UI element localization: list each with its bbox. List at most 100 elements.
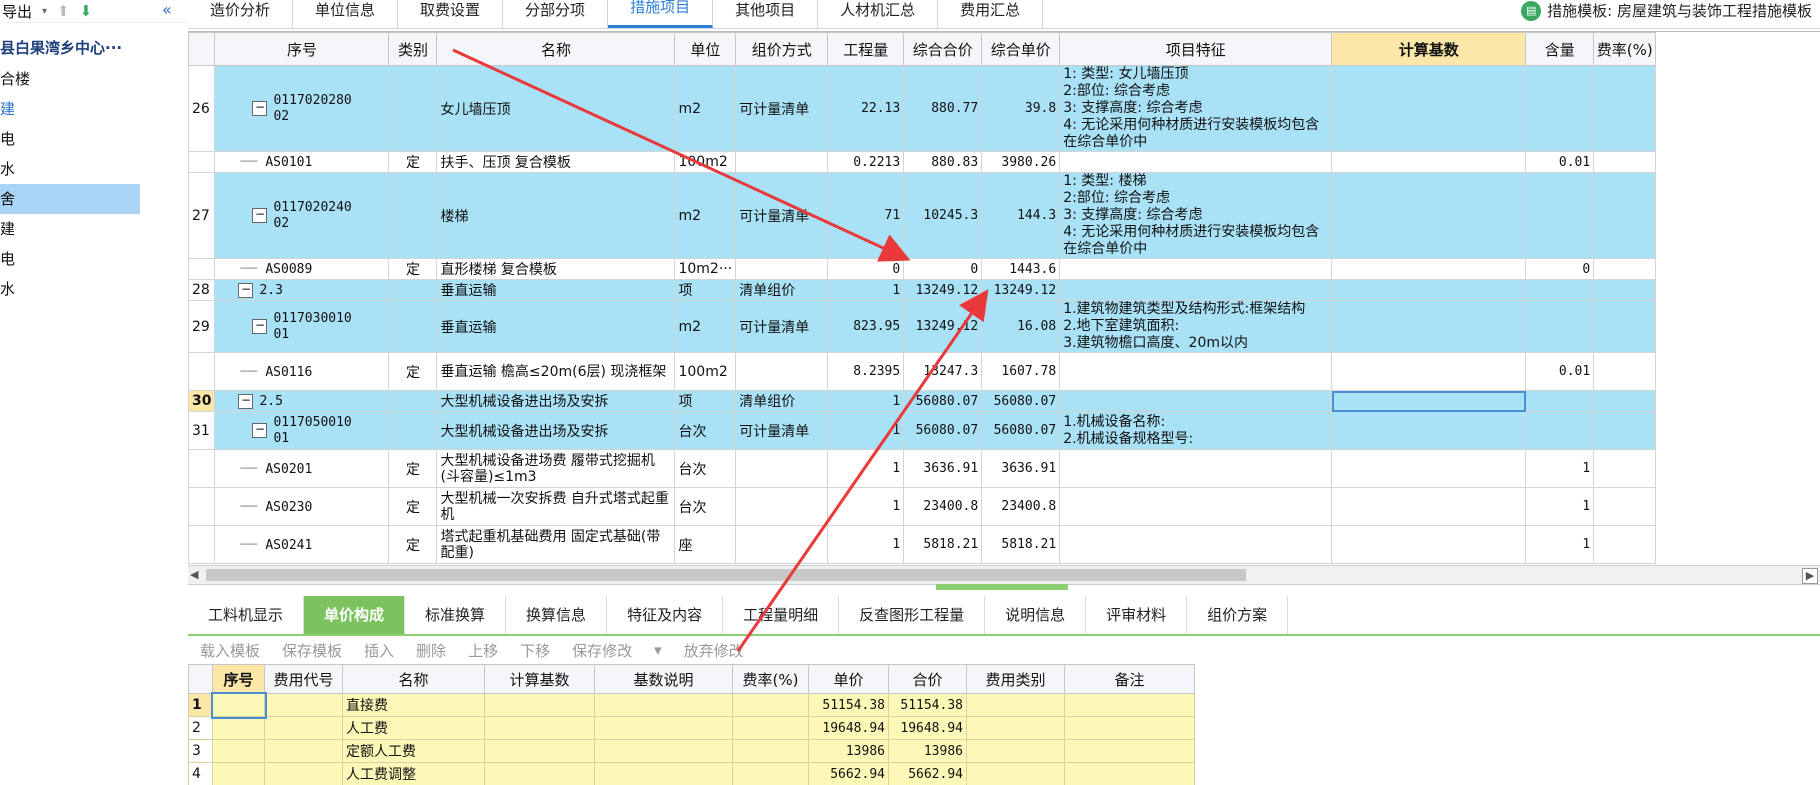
toolbar-button-4[interactable]: 上移 [468, 640, 498, 661]
toolbar-button-2[interactable]: 插入 [364, 640, 394, 661]
base-desc-cell[interactable] [594, 693, 733, 717]
collapse-sidebar-icon[interactable]: « [162, 0, 184, 19]
total-price-cell[interactable]: 5662.94 [888, 762, 967, 785]
calc-base-cell[interactable] [1331, 151, 1527, 173]
sidebar-item[interactable]: 合楼 [0, 64, 188, 94]
content-cell[interactable]: 0 [1525, 258, 1595, 280]
sidebar-item[interactable]: 水 [0, 274, 188, 304]
move-up-icon[interactable]: ⬆ [57, 2, 70, 20]
seq-cell[interactable]: −011705001001 [214, 411, 390, 450]
name-cell[interactable]: 女儿墙压顶 [436, 65, 676, 152]
pricing-method-cell[interactable] [735, 151, 829, 173]
calc-base-cell[interactable] [1331, 525, 1527, 564]
fee-code-cell[interactable] [264, 693, 343, 717]
total-price-cell[interactable]: 5818.21 [903, 525, 983, 564]
name-cell[interactable]: 大型机械设备进场费 履带式挖掘机(斗容量)≤1m3 [436, 449, 676, 488]
remark-cell[interactable] [1064, 762, 1195, 785]
unit-price-cell[interactable]: 13249.12 [981, 279, 1061, 301]
content-cell[interactable] [1525, 65, 1595, 152]
seq-cell[interactable] [212, 716, 265, 740]
quantity-cell[interactable]: 8.2395 [827, 352, 905, 391]
sidebar-item[interactable]: 舍 [0, 184, 140, 214]
name-cell[interactable]: 大型机械设备进出场及安拆 [436, 411, 676, 450]
move-down-icon[interactable]: ⬇ [80, 2, 93, 20]
sidebar-item[interactable]: 电 [0, 124, 188, 154]
row-number[interactable]: 31 [188, 411, 216, 450]
measure-template-selector[interactable]: ▤ 措施模板: 房屋建筑与装饰工程措施模板 [1521, 0, 1812, 21]
rate-cell[interactable] [1593, 258, 1657, 280]
calc-base-cell[interactable] [484, 716, 595, 740]
feature-cell[interactable] [1059, 279, 1333, 301]
calc-base-cell[interactable] [1331, 352, 1527, 391]
seq-cell[interactable]: ── AS0201 [214, 449, 390, 488]
quantity-cell[interactable]: 0 [827, 258, 905, 280]
total-price-cell[interactable]: 13986 [888, 739, 967, 763]
remark-cell[interactable] [1064, 739, 1195, 763]
fee-code-cell[interactable] [264, 739, 343, 763]
feature-cell[interactable]: 1: 类型: 女儿墙压顶 2:部位: 综合考虑 3: 支撑高度: 综合考虑 4: 无论… [1059, 65, 1333, 152]
tab-3[interactable]: 分部分项 [503, 0, 609, 28]
total-price-cell[interactable]: 880.77 [903, 65, 983, 152]
calc-base-cell[interactable] [484, 762, 595, 785]
row-number[interactable] [188, 258, 216, 280]
category-cell[interactable]: 定 [388, 487, 438, 526]
rate-cell[interactable] [1593, 352, 1657, 391]
toolbar-button-0[interactable]: 载入模板 [200, 640, 260, 661]
tab-4[interactable]: 措施项目 [608, 0, 714, 28]
unit-cell[interactable]: 台次 [674, 411, 737, 450]
unit-cell[interactable]: 10m2··· [674, 258, 737, 280]
column-header[interactable]: 工程量 [827, 32, 905, 66]
table-row[interactable]: ── AS0116 定垂直运输 檐高≤20m(6层) 现浇框架 100m2 8.2395… [188, 352, 1657, 391]
category-cell[interactable]: 定 [388, 151, 438, 173]
seq-cell[interactable]: −011702024002 [214, 172, 390, 259]
content-cell[interactable] [1525, 390, 1595, 412]
quantity-cell[interactable]: 22.13 [827, 65, 905, 152]
detail-tab-3[interactable]: 换算信息 [506, 596, 608, 634]
calc-base-cell[interactable] [1331, 258, 1527, 280]
column-header[interactable]: 序号 [212, 664, 265, 694]
unit-cell[interactable]: 100m2 [674, 151, 737, 173]
sidebar-item[interactable]: 建 [0, 94, 188, 124]
unit-price-cell[interactable]: 3980.26 [981, 151, 1061, 173]
pricing-method-cell[interactable]: 可计量清单 [735, 65, 829, 152]
total-price-cell[interactable]: 13249.12 [903, 279, 983, 301]
unit-cell[interactable]: 台次 [674, 487, 737, 526]
detail-tab-4[interactable]: 特征及内容 [607, 596, 724, 634]
rate-cell[interactable] [732, 693, 809, 717]
feature-cell[interactable]: 1: 类型: 楼梯 2:部位: 综合考虑 3: 支撑高度: 综合考虑 4: 无论采用何… [1059, 172, 1333, 259]
calc-base-cell[interactable] [484, 739, 595, 763]
calc-base-cell[interactable] [484, 693, 595, 717]
pricing-method-cell[interactable]: 可计量清单 [735, 300, 829, 353]
table-row[interactable]: ── AS0241 定塔式起重机基础费用 固定式基础(带配重) 座 1 5818.21 58… [188, 525, 1657, 564]
column-header[interactable]: 基数说明 [594, 664, 733, 694]
detail-tab-6[interactable]: 反查图形工程量 [839, 596, 986, 634]
toolbar-button-5[interactable]: 下移 [520, 640, 550, 661]
feature-cell[interactable] [1059, 258, 1333, 280]
scrollbar-thumb[interactable] [206, 569, 1246, 581]
column-header[interactable]: 综合单价 [981, 32, 1061, 66]
rate-cell[interactable] [1593, 65, 1657, 152]
export-button[interactable]: 导出 [2, 1, 32, 22]
content-cell[interactable] [1525, 300, 1595, 353]
category-cell[interactable]: 定 [388, 352, 438, 391]
fee-type-cell[interactable] [966, 693, 1065, 717]
unit-price-cell[interactable]: 5662.94 [808, 762, 889, 785]
feature-cell[interactable]: 1.机械设备名称: 2.机械设备规格型号: [1059, 411, 1333, 450]
unit-price-cell[interactable]: 56080.07 [981, 390, 1061, 412]
unit-cell[interactable]: m2 [674, 172, 737, 259]
unit-price-cell[interactable]: 5818.21 [981, 525, 1061, 564]
detail-tab-7[interactable]: 说明信息 [985, 596, 1087, 634]
sidebar-item[interactable]: 电 [0, 244, 188, 274]
dropdown-arrow-icon[interactable]: ▾ [654, 641, 662, 659]
panel-splitter-handle[interactable] [936, 584, 1068, 590]
column-header[interactable]: 单位 [674, 32, 737, 66]
tab-6[interactable]: 人材机汇总 [818, 0, 939, 28]
rate-cell[interactable] [732, 739, 809, 763]
tab-0[interactable]: 造价分析 [188, 0, 294, 28]
row-number[interactable]: 30 [188, 390, 216, 412]
feature-cell[interactable] [1059, 525, 1333, 564]
collapse-node-icon[interactable]: − [238, 393, 254, 409]
scroll-right-icon[interactable]: ▶ [1802, 568, 1818, 584]
rate-cell[interactable] [1593, 525, 1657, 564]
base-desc-cell[interactable] [594, 762, 733, 785]
